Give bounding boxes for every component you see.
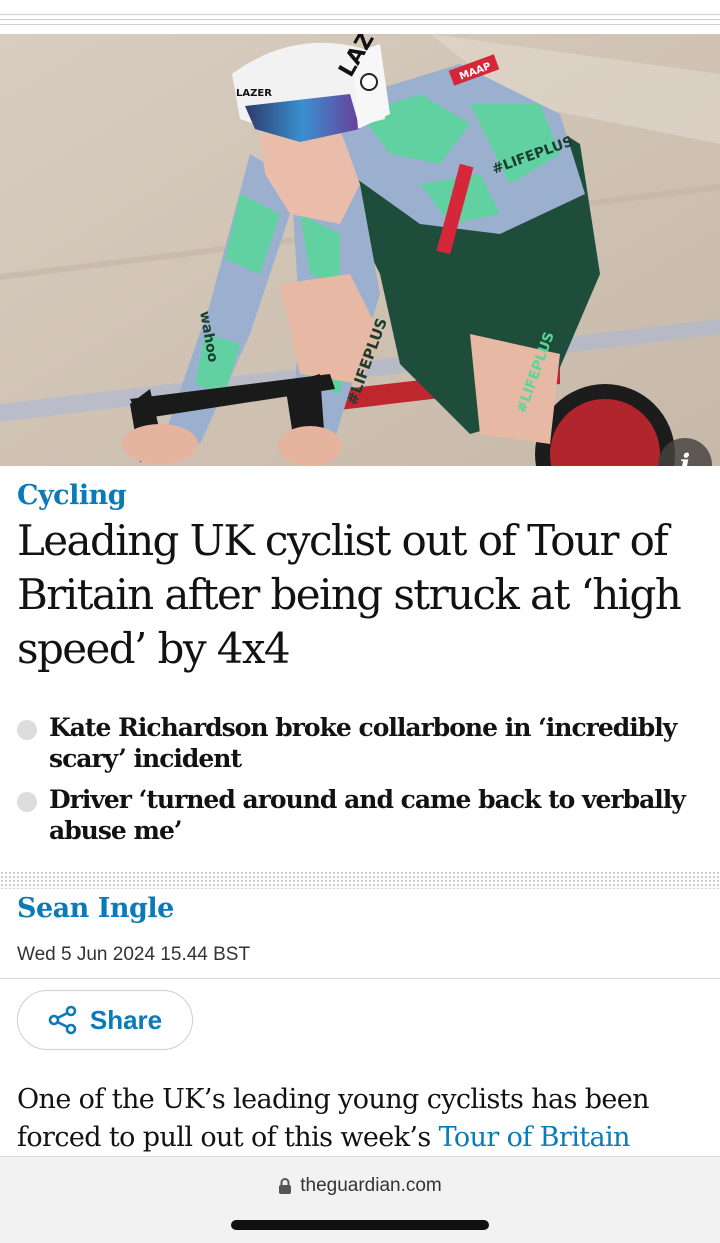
divider	[0, 24, 720, 25]
share-icon	[48, 1005, 77, 1035]
standfirst-text: Driver ‘turned around and came back to v…	[49, 785, 686, 845]
standfirst-item: Kate Richardson broke collarbone in ‘inc…	[17, 712, 707, 774]
share-button[interactable]: Share	[17, 990, 193, 1050]
url-text[interactable]: theguardian.com	[300, 1175, 442, 1197]
url-row[interactable]: theguardian.com	[0, 1175, 720, 1197]
article-body: One of the UK’s leading young cyclists h…	[17, 1081, 707, 1157]
divider	[0, 14, 720, 15]
share-label: Share	[89, 1004, 163, 1035]
bullet-icon	[17, 792, 37, 812]
article-headline: Leading UK cyclist out of Tour of Britai…	[17, 516, 682, 673]
standfirst-text: Kate Richardson broke collarbone in ‘inc…	[49, 713, 677, 773]
dotted-divider	[0, 871, 720, 889]
cyclist-photo: LAZER LAZ #LIFEPLUS #LIFEPLUS #LIFEPLUS …	[0, 34, 720, 466]
helmet-brand: LAZER	[236, 88, 272, 99]
info-icon: i	[679, 448, 691, 466]
standfirst-item: Driver ‘turned around and came back to v…	[17, 784, 707, 846]
tour-of-britain-link[interactable]: Tour of Britain	[439, 1122, 631, 1153]
section-kicker[interactable]: Cycling	[17, 480, 127, 511]
author-byline[interactable]: Sean Ingle	[17, 893, 174, 924]
standfirst-list: Kate Richardson broke collarbone in ‘inc…	[17, 712, 707, 856]
browser-address-bar: theguardian.com	[0, 1156, 720, 1243]
hero-image[interactable]: LAZER LAZ #LIFEPLUS #LIFEPLUS #LIFEPLUS …	[0, 34, 720, 466]
publish-date: Wed 5 Jun 2024 15.44 BST	[17, 944, 251, 965]
divider	[0, 19, 720, 20]
lock-icon	[279, 1178, 292, 1194]
bullet-icon	[17, 720, 37, 740]
divider	[0, 978, 720, 979]
top-rules	[0, 0, 720, 34]
home-indicator[interactable]	[231, 1220, 489, 1230]
